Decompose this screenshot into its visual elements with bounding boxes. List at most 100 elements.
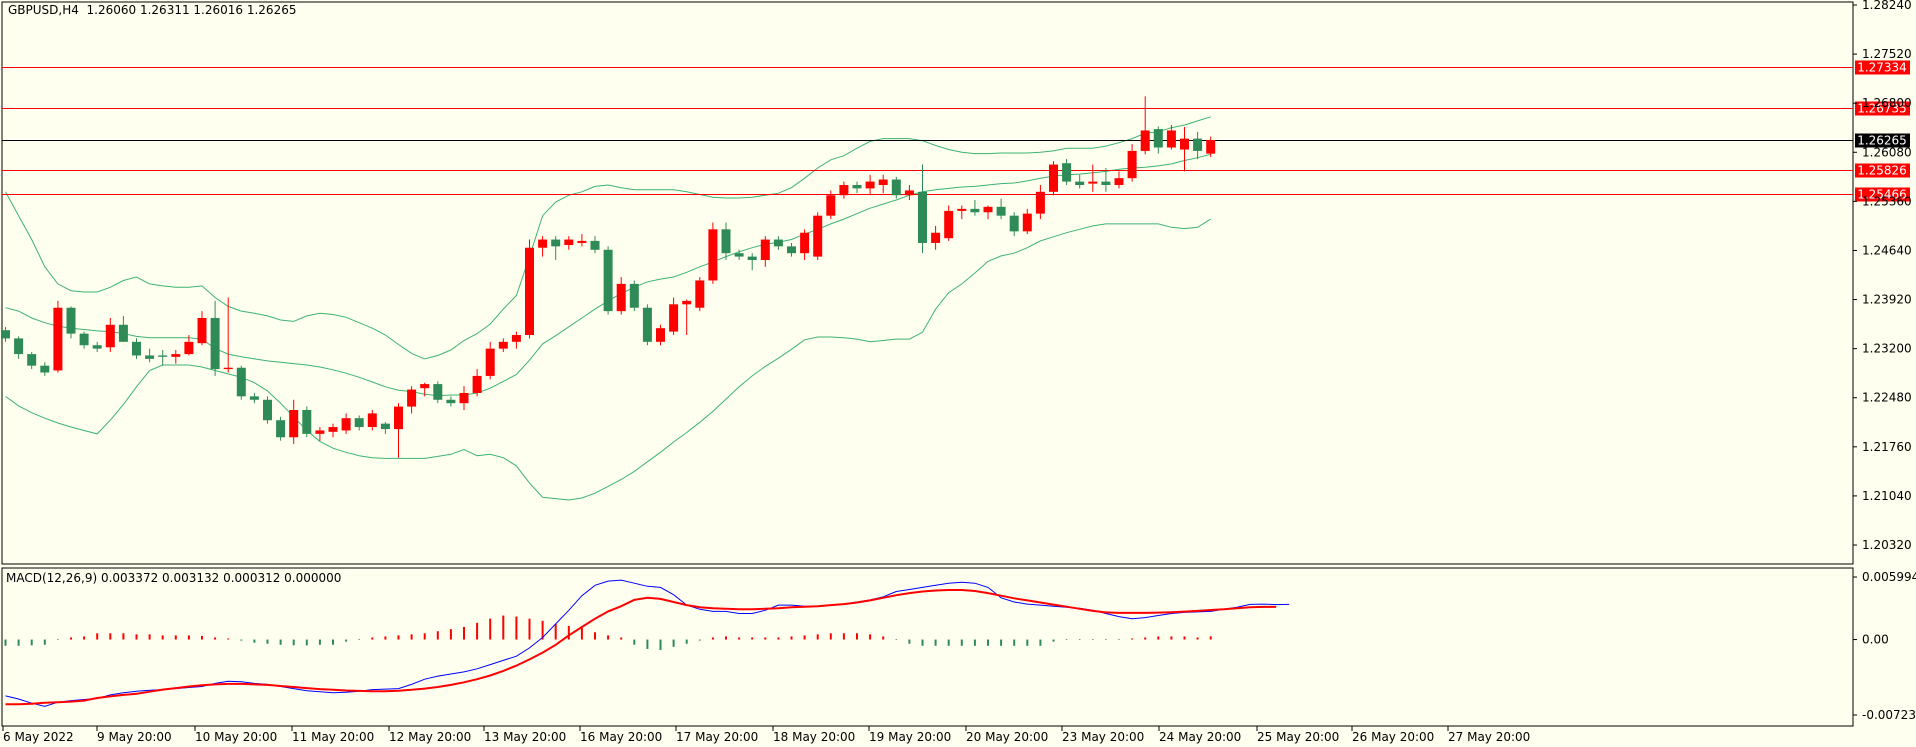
candle-body (145, 355, 155, 359)
candle-body (394, 406, 403, 430)
candle-body (380, 423, 390, 430)
candle-body (564, 239, 574, 245)
candle-body (538, 239, 548, 248)
candle-body (459, 392, 469, 404)
candle-body (184, 341, 194, 355)
candle-body (118, 324, 128, 342)
candle-body (40, 365, 50, 373)
candle-body (1193, 138, 1203, 151)
candle-body (1049, 164, 1058, 192)
time-tick-label: 25 May 20:00 (1257, 730, 1339, 744)
candle-body (263, 399, 272, 421)
candle-body (695, 280, 705, 308)
candle-body (839, 185, 849, 196)
price-tick-label: 1.21040 (1862, 489, 1912, 503)
candle-body (708, 229, 718, 281)
candle-body (642, 307, 652, 342)
candle-body (1114, 178, 1124, 185)
time-axis: 6 May 2022 9 May 20:00 10 May 20:00 11 May … (2, 726, 1530, 744)
candle-body (669, 304, 679, 332)
candle-body (1166, 130, 1176, 148)
candle-body (1062, 163, 1072, 182)
candle-body (1127, 150, 1137, 179)
candle-body (996, 206, 1006, 216)
candle-body (472, 375, 482, 393)
candle-body (1, 330, 10, 339)
candle-body (158, 355, 168, 357)
price-tick-label: 1.27520 (1862, 47, 1912, 61)
macd-tick-label: -0.007231 (1862, 708, 1916, 722)
ohlc-label: 1.26060 1.26311 1.26016 1.26265 (86, 3, 297, 17)
candle-body (891, 179, 901, 196)
candle-body (354, 418, 364, 428)
time-tick-label: 16 May 20:00 (580, 730, 662, 744)
candle-body (826, 195, 836, 216)
level-price-label: 1.25826 (1857, 164, 1907, 178)
candle-body (276, 420, 286, 438)
candle-body (498, 341, 508, 349)
candle-body (682, 300, 692, 305)
price-tick-label: 1.25360 (1862, 194, 1912, 208)
macd-tick-label: 0.00 (1862, 633, 1889, 647)
candle-body (1180, 138, 1189, 150)
candle-body (511, 335, 521, 342)
candle-body (773, 239, 783, 247)
candle-body (315, 430, 325, 434)
symbol-label: GBPUSD,H4 (8, 3, 79, 17)
candle-body (1101, 181, 1111, 185)
candle-body (289, 410, 299, 438)
candle-body (878, 179, 888, 185)
candle-body (14, 338, 24, 355)
candle-body (407, 389, 417, 407)
time-tick-label: 26 May 20:00 (1352, 730, 1434, 744)
time-tick-label: 24 May 20:00 (1159, 730, 1241, 744)
candle-body (1022, 213, 1032, 232)
candle-body (813, 215, 823, 257)
candle-body (1153, 129, 1163, 148)
candle-body (944, 210, 954, 239)
time-tick-label: 27 May 20:00 (1448, 730, 1530, 744)
candle-body (236, 367, 246, 397)
time-tick-label: 10 May 20:00 (195, 730, 277, 744)
candle-body (302, 410, 312, 434)
candle-body (1035, 191, 1045, 214)
price-tick-label: 1.26800 (1862, 96, 1912, 110)
candle-body (760, 239, 770, 260)
candle-body (1206, 140, 1216, 154)
price-panel-bg (1, 1, 1854, 565)
price-tick-label: 1.22480 (1862, 391, 1912, 405)
candle-body (1075, 181, 1085, 185)
candle-body (105, 324, 115, 348)
candle-body (904, 190, 914, 196)
candle-body (577, 240, 587, 243)
chart-header: GBPUSD,H4 1.26060 1.26311 1.26016 1.2626… (8, 3, 296, 17)
level-price-label: 1.27334 (1857, 61, 1907, 75)
candle-body (446, 399, 456, 404)
candle-body (249, 396, 259, 400)
candle-body (800, 232, 810, 254)
time-tick-label: 17 May 20:00 (676, 730, 758, 744)
candle-body (1009, 215, 1019, 232)
time-tick-label: 12 May 20:00 (389, 730, 471, 744)
macd-tick-label: 0.005994 (1862, 570, 1916, 584)
candle-body (603, 249, 613, 312)
candle-body (865, 181, 875, 189)
candle-body (1088, 181, 1098, 184)
candle-body (525, 247, 534, 335)
candle-body (210, 317, 220, 370)
candle-body (787, 246, 796, 254)
candle-body (433, 384, 443, 400)
time-tick-label: 18 May 20:00 (773, 730, 855, 744)
candle-body (616, 283, 626, 312)
candle-body (1140, 130, 1150, 151)
candle-body (197, 317, 207, 344)
candle-body (132, 341, 141, 356)
candle-body (970, 208, 980, 213)
price-tick-label: 1.28240 (1862, 0, 1912, 12)
candle-body (92, 345, 102, 349)
price-tick-label: 1.23920 (1862, 293, 1912, 307)
candle-body (734, 253, 744, 257)
candle-body (485, 348, 495, 376)
time-tick-label: 20 May 20:00 (966, 730, 1048, 744)
chart-canvas[interactable]: 1.273341.267351.262651.258261.25466 1.28… (0, 0, 1916, 747)
